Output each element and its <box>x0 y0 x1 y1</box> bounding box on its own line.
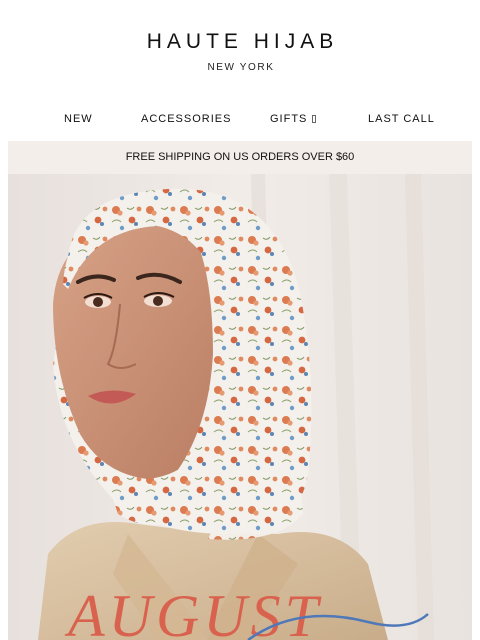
brand-logo[interactable]: HAUTE HIJAB NEW YORK <box>0 30 480 74</box>
shipping-banner-text: FREE SHIPPING ON US ORDERS OVER $60 <box>125 151 355 163</box>
main-nav: NEW ACCESSORIES GIFTS LAST CALL <box>0 111 480 127</box>
nav-item-last-call[interactable]: LAST CALL <box>368 111 435 127</box>
nav-item-gifts[interactable]: GIFTS <box>270 111 317 127</box>
shipping-banner[interactable]: FREE SHIPPING ON US ORDERS OVER $60 <box>8 141 472 174</box>
dropdown-icon <box>312 115 317 123</box>
nav-item-gifts-label: GIFTS <box>270 113 308 125</box>
nav-item-new[interactable]: NEW <box>64 111 93 127</box>
brand-name: HAUTE HIJAB <box>146 30 339 53</box>
hero-image[interactable]: AUGUST <box>8 174 472 640</box>
brand-location: NEW YORK <box>207 62 275 73</box>
hero-headline: AUGUST <box>64 583 322 640</box>
email-page: HAUTE HIJAB NEW YORK NEW ACCESSORIES GIF… <box>0 0 480 640</box>
hero-illustration: AUGUST <box>8 174 472 640</box>
nav-item-accessories[interactable]: ACCESSORIES <box>141 111 231 127</box>
